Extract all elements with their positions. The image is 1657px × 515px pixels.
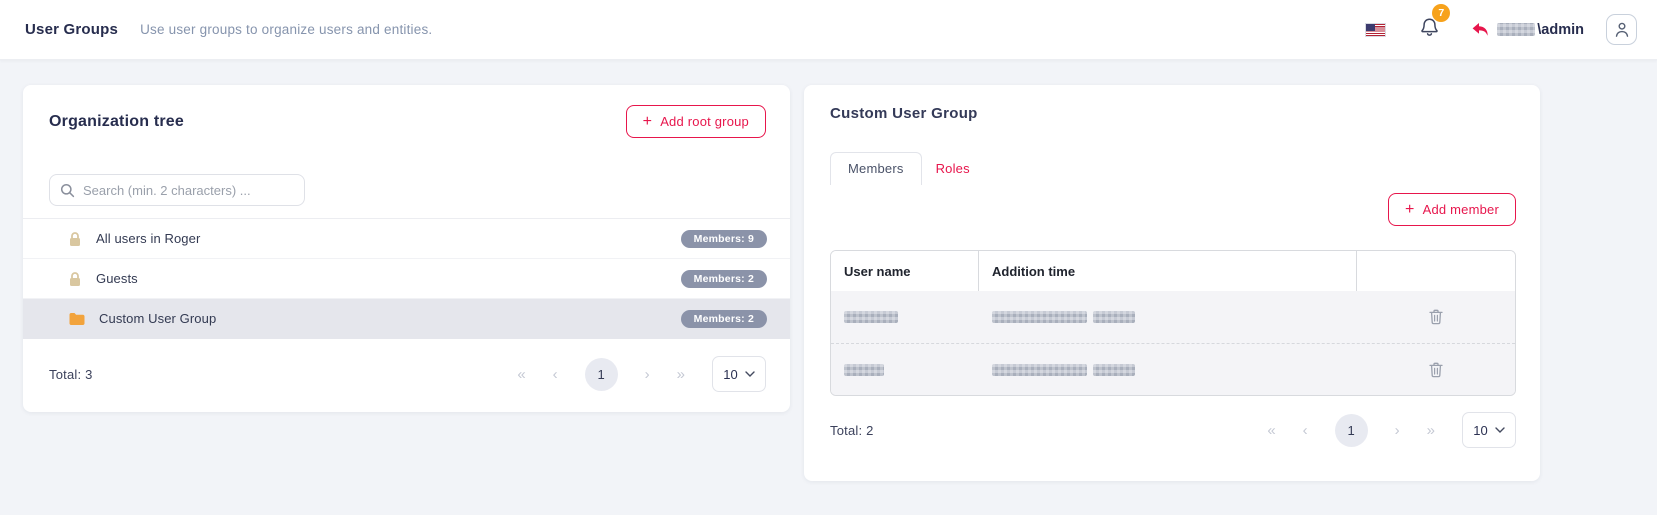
tree-pagination: « ‹ 1 › » 10 xyxy=(517,356,766,392)
column-header-actions xyxy=(1357,251,1515,291)
current-page-button[interactable]: 1 xyxy=(585,358,618,391)
page-title: User Groups xyxy=(25,21,118,38)
user-profile-button[interactable] xyxy=(1606,14,1637,45)
add-root-group-label: Add root group xyxy=(660,114,749,129)
page-subtitle: Use user groups to organize users and en… xyxy=(140,22,432,37)
last-page-button[interactable]: » xyxy=(1427,422,1435,439)
trash-icon xyxy=(1429,362,1443,378)
custom-user-group-panel: Custom User Group Members Roles + Add me… xyxy=(804,85,1540,481)
organization-tree-list: All users in Roger Members: 9 Guests Mem… xyxy=(23,218,790,339)
chevron-down-icon xyxy=(1495,427,1505,433)
first-page-button[interactable]: « xyxy=(1267,422,1275,439)
user-name-redacted xyxy=(844,311,898,323)
page-size-value: 10 xyxy=(1473,423,1487,438)
tree-row-label: All users in Roger xyxy=(96,231,200,246)
return-arrow-icon[interactable] xyxy=(1471,22,1489,38)
add-root-group-button[interactable]: + Add root group xyxy=(626,105,766,138)
addition-time-redacted xyxy=(992,364,1087,376)
column-header-user-name: User name xyxy=(831,251,979,291)
tab-roles[interactable]: Roles xyxy=(922,153,984,185)
last-page-button[interactable]: » xyxy=(677,366,685,383)
lock-icon xyxy=(68,231,82,247)
addition-time-redacted xyxy=(1093,311,1135,323)
members-count-badge: Members: 9 xyxy=(681,230,767,248)
delete-member-button[interactable] xyxy=(1425,358,1447,382)
notification-count-badge: 7 xyxy=(1432,4,1450,22)
tree-row-guests[interactable]: Guests Members: 2 xyxy=(23,259,790,299)
tree-row-label: Custom User Group xyxy=(99,311,216,326)
members-count-badge: Members: 2 xyxy=(681,310,767,328)
members-table-header: User name Addition time xyxy=(831,251,1515,291)
tree-search-input[interactable] xyxy=(83,183,294,198)
addition-time-redacted xyxy=(1093,364,1135,376)
group-tabs: Members Roles xyxy=(830,152,1516,185)
prev-page-button[interactable]: ‹ xyxy=(1303,422,1308,439)
group-panel-title: Custom User Group xyxy=(830,105,978,122)
lock-icon xyxy=(68,271,82,287)
tree-row-custom-user-group[interactable]: Custom User Group Members: 2 xyxy=(23,299,790,339)
members-total-label: Total: 2 xyxy=(830,423,874,438)
add-member-label: Add member xyxy=(1423,202,1499,217)
plus-icon: + xyxy=(643,114,653,130)
chevron-down-icon xyxy=(745,371,755,377)
search-icon xyxy=(60,183,75,198)
plus-icon: + xyxy=(1405,202,1415,218)
username-redacted xyxy=(1497,23,1535,36)
organization-tree-panel: Organization tree + Add root group All u… xyxy=(23,85,790,412)
table-row xyxy=(831,291,1515,343)
organization-tree-title: Organization tree xyxy=(49,113,184,131)
notifications-button[interactable]: 7 xyxy=(1420,17,1439,43)
add-member-button[interactable]: + Add member xyxy=(1388,193,1516,226)
person-icon xyxy=(1614,21,1630,38)
members-count-badge: Members: 2 xyxy=(681,270,767,288)
delete-member-button[interactable] xyxy=(1425,305,1447,329)
tab-members[interactable]: Members xyxy=(830,152,922,185)
user-name-redacted xyxy=(844,364,884,376)
trash-icon xyxy=(1429,309,1443,325)
tree-total-label: Total: 3 xyxy=(49,367,93,382)
user-domain-label: \admin xyxy=(1537,22,1584,38)
next-page-button[interactable]: › xyxy=(645,366,650,383)
tree-search xyxy=(49,174,305,206)
page-size-select[interactable]: 10 xyxy=(712,356,766,392)
members-pagination: « ‹ 1 › » 10 xyxy=(1267,412,1516,448)
current-page-button[interactable]: 1 xyxy=(1335,414,1368,447)
prev-page-button[interactable]: ‹ xyxy=(553,366,558,383)
page-size-value: 10 xyxy=(723,367,737,382)
first-page-button[interactable]: « xyxy=(517,366,525,383)
table-row xyxy=(831,343,1515,395)
top-header: User Groups Use user groups to organize … xyxy=(0,0,1657,60)
folder-icon xyxy=(68,312,85,326)
tree-row-all-users[interactable]: All users in Roger Members: 9 xyxy=(23,219,790,259)
page-size-select[interactable]: 10 xyxy=(1462,412,1516,448)
tree-row-label: Guests xyxy=(96,271,138,286)
language-flag-icon[interactable] xyxy=(1365,23,1386,37)
members-table: User name Addition time xyxy=(830,250,1516,396)
next-page-button[interactable]: › xyxy=(1395,422,1400,439)
addition-time-redacted xyxy=(992,311,1087,323)
column-header-addition-time: Addition time xyxy=(979,251,1357,291)
